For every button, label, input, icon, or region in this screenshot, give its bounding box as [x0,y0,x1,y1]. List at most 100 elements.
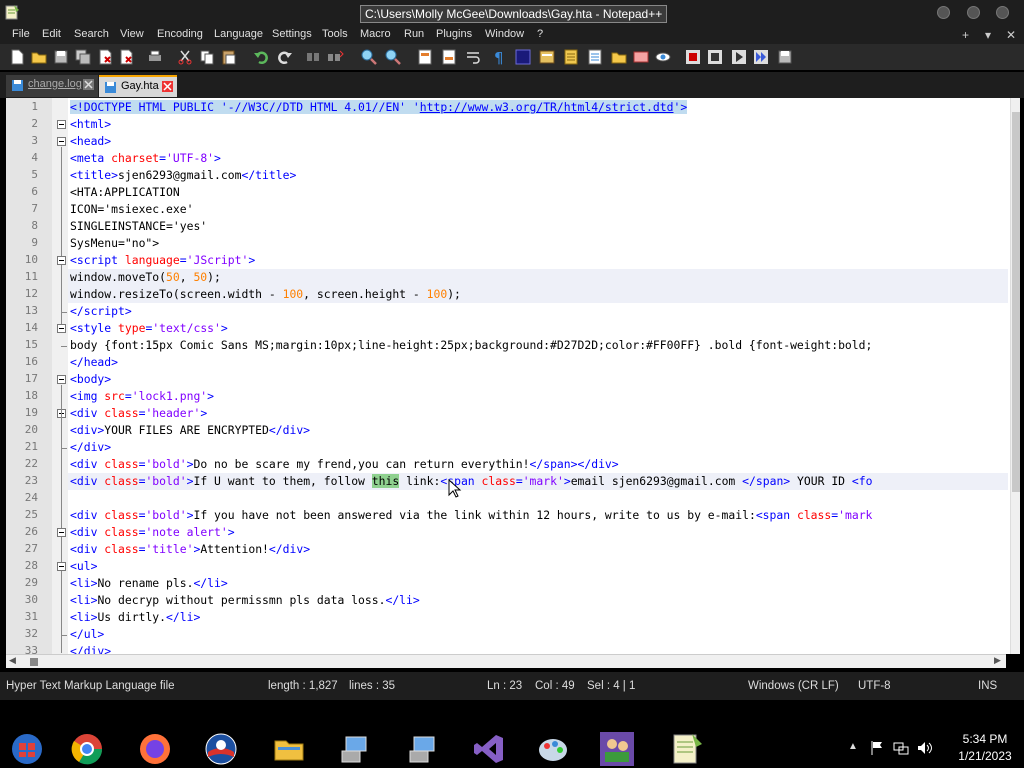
system-clock[interactable]: 5:34 PM 1/21/2023 [950,732,1020,763]
code-line-15: body {font:15px Comic Sans MS;margin:10p… [70,338,873,352]
status-encoding[interactable]: UTF-8 [858,680,891,692]
code-line-14: <style type='text/css'> [70,321,228,335]
menu-tools[interactable]: Tools [322,28,348,40]
monitoring-eye-icon[interactable] [654,48,672,66]
run-macro-multiple-icon[interactable] [752,48,770,66]
menu-macro[interactable]: Macro [360,28,391,40]
new-tab-plus-icon[interactable]: + [962,28,969,42]
fold-toggle[interactable] [57,324,66,333]
flag-icon[interactable] [870,740,884,756]
campaign-logo-icon[interactable] [204,732,238,766]
minimize-button[interactable] [937,6,950,19]
line-number: 3 [31,134,38,147]
tab-list-dropdown-icon[interactable]: ▾ [985,28,991,42]
print-icon[interactable] [146,48,164,66]
fold-toggle[interactable] [57,562,66,571]
menu-help[interactable]: ? [537,28,543,40]
menu-plugins[interactable]: Plugins [436,28,472,40]
fold-toggle[interactable] [57,375,66,384]
cut-icon[interactable] [176,48,194,66]
menu-view[interactable]: View [120,28,144,40]
line-number: 20 [24,423,38,436]
fold-toggle[interactable] [57,137,66,146]
code-line-8: SINGLEINSTANCE='yes' [70,219,208,233]
volume-icon[interactable] [916,740,934,756]
menu-window[interactable]: Window [485,28,524,40]
sync-vertical-icon[interactable] [416,48,434,66]
undo-icon[interactable] [252,48,270,66]
menu-edit[interactable]: Edit [42,28,61,40]
menu-file[interactable]: File [12,28,30,40]
fold-toggle[interactable] [57,120,66,129]
save-all-icon[interactable] [74,48,92,66]
menu-settings[interactable]: Settings [272,28,312,40]
maximize-button[interactable] [967,6,980,19]
scroll-left-icon[interactable]: ◀ [9,655,16,666]
file-explorer-icon[interactable] [272,732,306,766]
play-macro-icon[interactable] [730,48,748,66]
network-icon[interactable] [893,740,909,756]
sync-horizontal-icon[interactable] [440,48,458,66]
function-list-icon[interactable] [586,48,604,66]
remote-desktop-icon[interactable] [406,732,440,766]
record-macro-icon[interactable] [684,48,702,66]
code-line-10: <script language='JScript'> [70,253,256,267]
line-number: 11 [24,270,38,283]
zoom-out-icon[interactable] [384,48,402,66]
close-all-icon[interactable] [118,48,136,66]
doc-switcher-icon[interactable] [632,48,650,66]
new-file-icon[interactable] [8,48,26,66]
start-button-icon[interactable] [10,732,44,766]
tab-close-icon[interactable] [83,79,94,90]
tab-gay-hta[interactable]: Gay.hta [99,75,177,97]
tab-change-log[interactable]: change.log [6,75,98,97]
notepad-plus-plus-taskbar-icon[interactable] [670,732,704,766]
menu-search[interactable]: Search [74,28,109,40]
status-line-number: Ln : 23 [487,680,523,692]
close-file-icon[interactable] [96,48,114,66]
folder-as-workspace-icon[interactable] [610,48,628,66]
close-button[interactable] [996,6,1009,19]
show-all-characters-icon[interactable]: ¶ [490,48,508,66]
line-number: 16 [24,355,38,368]
zoom-in-icon[interactable] [360,48,378,66]
find-icon[interactable] [304,48,322,66]
line-number: 22 [24,457,38,470]
show-hidden-icons[interactable]: ▲ [848,741,858,752]
status-eol[interactable]: Windows (CR LF) [748,680,839,692]
visual-studio-icon[interactable] [472,732,506,766]
fold-toggle[interactable] [57,528,66,537]
scrollbar-thumb[interactable] [30,658,38,666]
chrome-icon[interactable] [70,732,104,766]
document-map-icon[interactable] [562,48,580,66]
firefox-icon[interactable] [138,732,172,766]
copy-icon[interactable] [198,48,216,66]
network-computer-icon[interactable] [338,732,372,766]
close-document-icon[interactable]: ✕ [1006,28,1016,42]
tab-close-icon[interactable] [162,81,173,92]
paint-icon[interactable] [536,732,570,766]
word-wrap-icon[interactable] [464,48,482,66]
menu-bar: File Edit Search View Encoding Language … [0,26,1024,44]
replace-icon[interactable] [326,48,344,66]
indent-guide-icon[interactable] [514,48,532,66]
vertical-scrollbar[interactable] [1010,98,1020,654]
fold-toggle[interactable] [57,256,66,265]
save-icon[interactable] [52,48,70,66]
status-insert-mode[interactable]: INS [978,680,997,692]
line-number: 33 [24,644,38,654]
redo-icon[interactable] [276,48,294,66]
open-file-icon[interactable] [30,48,48,66]
paste-icon[interactable] [220,48,238,66]
menu-language[interactable]: Language [214,28,263,40]
horizontal-scrollbar[interactable]: ◀ ▶ [6,654,1006,668]
users-group-icon[interactable] [600,732,634,766]
scrollbar-thumb[interactable] [1012,112,1020,492]
user-defined-language-icon[interactable] [538,48,556,66]
save-macro-icon[interactable] [776,48,794,66]
menu-run[interactable]: Run [404,28,424,40]
scroll-right-icon[interactable]: ▶ [994,655,1001,666]
menu-encoding[interactable]: Encoding [157,28,203,40]
code-editor[interactable]: 1 2 3 4 5 6 7 8 9 10 11 12 13 14 15 16 17 18 19 20 21 22 23 24 2… [6,98,1020,654]
stop-macro-icon[interactable] [706,48,724,66]
